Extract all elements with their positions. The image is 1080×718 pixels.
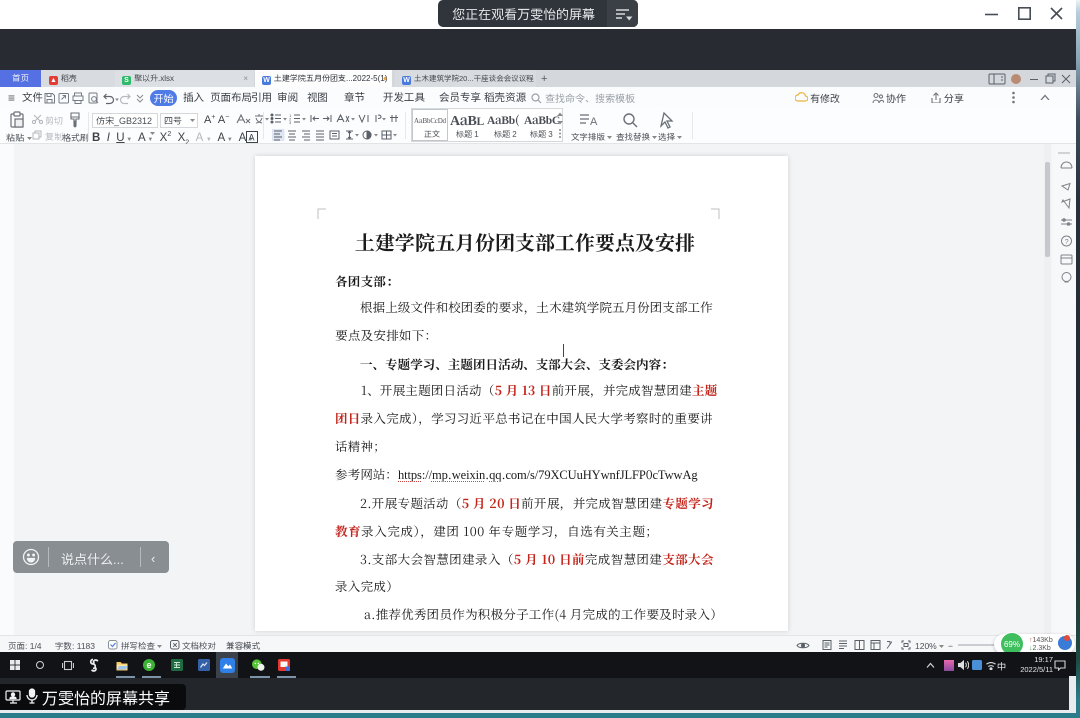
svg-text:?: ? [1065, 237, 1069, 247]
svg-text:A: A [249, 131, 255, 143]
svg-text:A: A [590, 113, 598, 128]
svg-text:3: 3 [289, 120, 292, 124]
